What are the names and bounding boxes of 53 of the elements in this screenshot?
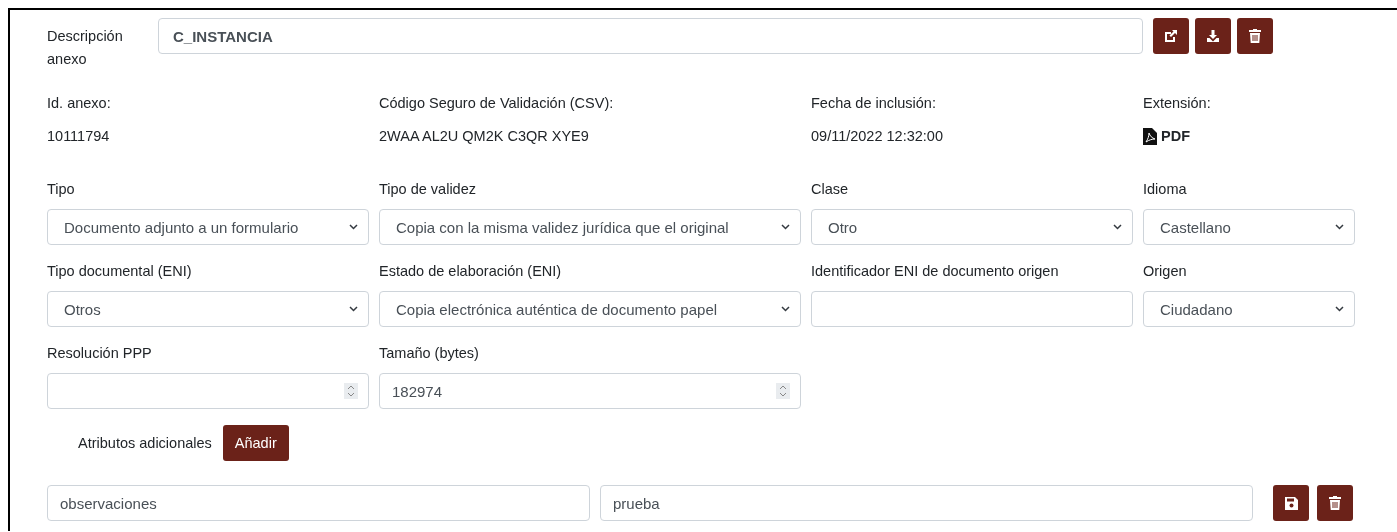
dropdown[interactable]: Otros [47, 291, 369, 327]
dropdown[interactable]: Documento adjunto a un formulario [47, 209, 369, 245]
spinner-icon[interactable] [344, 383, 358, 399]
delete-button[interactable] [1237, 18, 1273, 54]
info-value: 09/11/2022 12:32:00 [811, 127, 944, 146]
field-label: Tipo [47, 180, 76, 199]
info-value: 2WAA AL2U QM2K C3QR XYE9 [379, 127, 590, 146]
field-label: Tamaño (bytes) [379, 344, 480, 363]
attribute-value-field[interactable]: prueba [600, 485, 1253, 521]
chevron-down-icon [1335, 224, 1344, 230]
dropdown[interactable]: Copia con la misma validez jurídica que el original [379, 209, 801, 245]
delete-button[interactable] [1317, 485, 1353, 521]
chevron-down-icon [1113, 224, 1122, 230]
file-extension: PDF [1161, 127, 1190, 146]
attribute-name-field[interactable]: observaciones [47, 485, 590, 521]
chevron-down-icon [1335, 306, 1344, 312]
add-button[interactable]: Añadir [222, 425, 289, 461]
field-label: Origen [1143, 262, 1188, 281]
field-label: Identificador ENI de documento origen [811, 262, 1060, 281]
dropdown[interactable]: Castellano [1143, 209, 1355, 245]
input-field[interactable] [811, 291, 1133, 327]
info-value: 10111794 [47, 127, 111, 146]
dropdown[interactable]: Ciudadano [1143, 291, 1355, 327]
spinner-icon[interactable] [776, 383, 790, 399]
chevron-down-icon [781, 224, 790, 230]
trash-icon [1249, 29, 1261, 43]
info-label: Código Seguro de Validación (CSV): [379, 94, 615, 113]
save-button[interactable] [1273, 485, 1309, 521]
chevron-down-icon [781, 306, 790, 312]
external-link-icon [1164, 29, 1178, 43]
trash-icon [1329, 496, 1341, 510]
field-label: Tipo de validez [379, 180, 477, 199]
field-label: Idioma [1143, 180, 1188, 199]
open-button[interactable] [1153, 18, 1189, 54]
description-field[interactable]: C_INSTANCIA [158, 18, 1143, 54]
info-label: Extensión: [1143, 94, 1212, 113]
download-icon [1206, 29, 1220, 43]
chevron-down-icon [349, 306, 358, 312]
field-label: Tipo documental (ENI) [47, 262, 193, 281]
info-label: Id. anexo: [47, 94, 112, 113]
field-label: Clase [811, 180, 850, 199]
field-label: Estado de elaboración (ENI) [379, 262, 563, 281]
chevron-down-icon [349, 224, 358, 230]
number-field[interactable] [47, 373, 369, 409]
download-button[interactable] [1195, 18, 1231, 54]
number-field[interactable]: 182974 [379, 373, 801, 409]
section-label: Atributos adicionales [78, 435, 212, 451]
dropdown[interactable]: Copia electrónica auténtica de documento papel [379, 291, 801, 327]
pdf-file-icon [1143, 127, 1157, 145]
field-label: Descripción anexo [47, 27, 124, 69]
info-label: Fecha de inclusión: [811, 94, 937, 113]
dropdown[interactable]: Otro [811, 209, 1133, 245]
field-label: Resolución PPP [47, 344, 153, 363]
